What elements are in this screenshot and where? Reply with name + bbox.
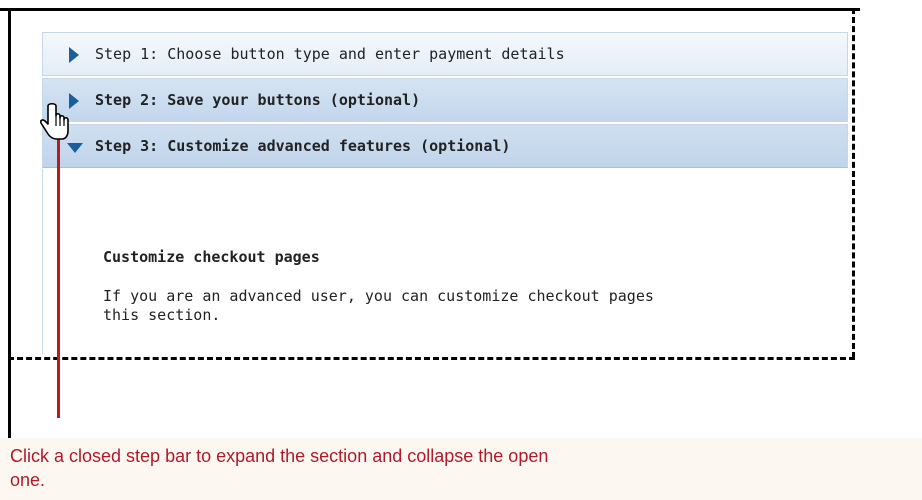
accordion-panel: Step 1: Choose button type and enter pay… (42, 32, 848, 354)
step-1-label: Step 1: Choose button type and enter pay… (95, 45, 565, 63)
section-description: If you are an advanced user, you can cus… (103, 287, 848, 325)
step-1-bar[interactable]: Step 1: Choose button type and enter pay… (42, 32, 848, 76)
callout-box: Click a closed step bar to expand the se… (0, 438, 922, 500)
triangle-right-icon (69, 47, 79, 63)
screenshot-frame-top (0, 8, 860, 11)
step-2-bar[interactable]: Step 2: Save your buttons (optional) (42, 78, 848, 122)
description-line-1: If you are an advanced user, you can cus… (103, 287, 654, 305)
step-3-label: Step 3: Customize advanced features (opt… (95, 137, 511, 155)
section-heading: Customize checkout pages (103, 248, 320, 266)
step-2-label: Step 2: Save your buttons (optional) (95, 91, 421, 109)
step-3-bar[interactable]: Step 3: Customize advanced features (opt… (42, 124, 848, 168)
screenshot-frame-bottom-dashed (8, 357, 855, 360)
triangle-down-icon (67, 143, 83, 153)
callout-text: Click a closed step bar to expand the se… (10, 446, 549, 490)
description-line-2: this section. (103, 306, 221, 324)
callout-pointer-line (57, 136, 60, 418)
hand-cursor-icon (40, 102, 69, 140)
screenshot-frame-right-dashed (852, 8, 855, 358)
step-3-content: Customize checkout pages If you are an a… (42, 169, 848, 354)
screenshot-frame-left (8, 8, 11, 438)
